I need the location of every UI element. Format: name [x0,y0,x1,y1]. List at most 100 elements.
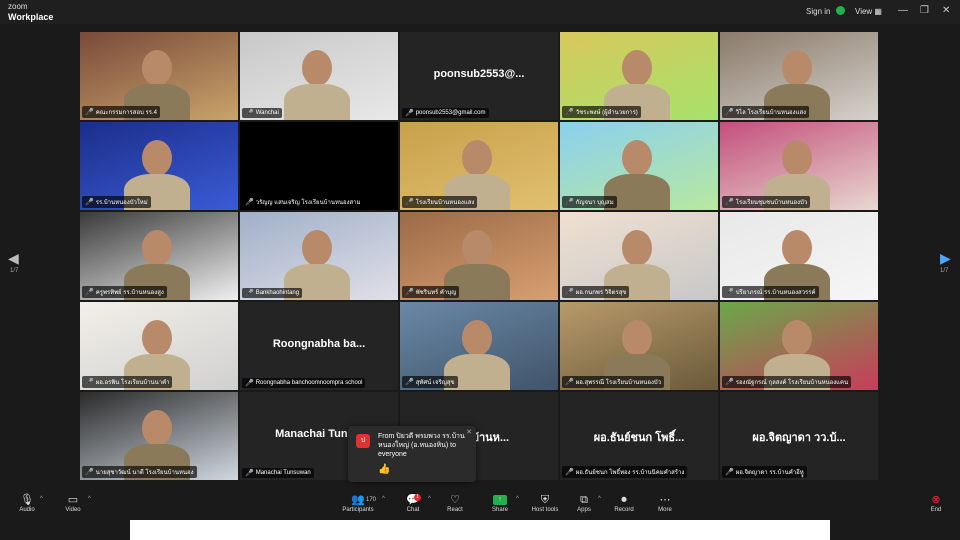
muted-mic-icon: 🎤 [565,199,574,206]
chat-notification[interactable]: ✕ ป From ปิยวดี พรมพวง รร.บ้านหนองใหญ่ (… [348,426,476,482]
participant-tile[interactable]: poonsub2553@... 🎤 poonsub2553@gmail.com [400,32,558,120]
participant-name-label: 🎤 Wanchai [242,108,282,118]
participant-name: รร.บ้านหนองบัวใหม่ [95,200,148,206]
participant-name: โรงเรียนชุมชนบ้านหนองบัว [735,200,808,206]
muted-mic-icon: 🎤 [565,109,574,116]
participant-tile[interactable]: 🎤 สุทัศน์ เจริญสุข [400,302,558,390]
record-button[interactable]: ⏺ Record [610,494,638,513]
participant-name: Bankhaohintang [255,290,300,296]
participant-tile[interactable]: 🎤 กัญจนา บุญสม [560,122,718,210]
apps-options-caret[interactable]: ^ [598,496,601,502]
next-page-icon[interactable]: ▶ [940,250,951,267]
participant-body [284,84,350,120]
participant-tile[interactable]: 🎤 ปรียาภรณ์ รร.บ้านหนองสวรรค์ [720,212,878,300]
participant-face [622,50,652,86]
chat-options-caret[interactable]: ^ [428,496,431,502]
end-meeting-button[interactable]: ⊗ End [924,494,948,513]
participant-name-label: 🎤 Bankhaohintang [242,288,303,298]
previous-page-icon[interactable]: ◀ [8,250,19,267]
muted-mic-icon: 🎤 [245,199,254,206]
chat-button[interactable]: 💬 Chat [400,494,426,513]
audio-label: Audio [19,507,35,513]
participant-tile[interactable]: 🎤 พัชรินทร์ คำบุญ [400,212,558,300]
more-button[interactable]: ⋯ More [652,494,678,513]
participant-face [622,320,652,356]
participant-tile[interactable]: ผอ.ธันย์ชนก โพธิ์... 🎤 ผอ.ธันย์ชนก โพธิ์ทอ… [560,392,718,480]
participants-options-caret[interactable]: ^ [382,496,385,502]
participant-tile[interactable]: 🎤 โรงเรียนชุมชนบ้านหนองบัว [720,122,878,210]
participant-tile[interactable]: 🎤 รร.บ้านหนองบัวใหม่ [80,122,238,210]
video-options-caret[interactable]: ^ [88,496,91,502]
muted-mic-icon: 🎤 [245,290,254,297]
record-icon: ⏺ [621,494,627,506]
more-icon: ⋯ [659,494,671,506]
video-button[interactable]: ▭ Video [60,494,86,513]
shield-icon: ⛨ [540,494,550,506]
participant-name: สุทัศน์ เจริญสุข [415,380,455,386]
muted-mic-icon: 🎤 [85,469,94,476]
participant-name: ครูพรทิพย์ รร.บ้านหนองสูง [95,290,164,296]
page-indicator-right: 1/7 [940,268,949,274]
more-label: More [658,507,672,513]
minimize-icon[interactable]: — [898,5,908,16]
participant-name: ผอ.ธันย์ชนก โพธิ์ทอง รร.บ้านนิคมคำสร้าง [575,470,685,476]
participant-name-label: 🎤 ผอ.กนกพร วิจิตรสุข [562,286,630,298]
participant-name-label: 🎤 นายสุชาวัฒน์ นาดี โรงเรียนบ้านหนอง [82,466,197,478]
participant-tile[interactable]: 🎤 วัชระพงษ์ (ผู้อำนวยการ) [560,32,718,120]
thumbs-up-icon: 👍 [378,464,391,475]
view-menu-button[interactable]: View ▦ [855,7,882,16]
muted-mic-icon: 🎤 [725,289,734,296]
share-screen-icon: ↑ [493,495,507,505]
participant-tile[interactable]: 🎤 Wanchai [240,32,398,120]
participant-tile[interactable]: 🎤 รองณัฐกรณ์ กุลสงค์ โรงเรียนบ้านหนองแคน [720,302,878,390]
participant-name: ผอ.สุพรรณี โรงเรียนบ้านหนองบัว [575,380,662,386]
record-label: Record [614,507,634,513]
muted-mic-icon: 🎤 [405,110,414,117]
participant-tile[interactable]: 🎤 ผอ.อรพิน โรงเรียนบ้านนาคำ [80,302,238,390]
share-options-caret[interactable]: ^ [516,496,519,502]
participant-name-label: 🎤 วัชระพงษ์ (ผู้อำนวยการ) [562,106,641,118]
participant-face [622,140,652,176]
participant-face [782,230,812,266]
video-gallery: 🎤 คณะกรรมการสอบ รร.4 🎤 Wanchai poonsub2553@.… [80,32,880,482]
chat-bubble-icon: 💬 [406,494,420,506]
restore-icon[interactable]: ❐ [920,5,929,16]
end-icon: ⊗ [931,494,941,506]
apps-button[interactable]: ⧉ Apps [572,494,596,513]
participant-name: พัชรินทร์ คำบุญ [415,290,457,296]
participant-tile[interactable]: 🎤 วรัญญ แสนเจริญ โรงเรียนบ้านหนองสาม [240,122,398,210]
participant-display-name: Roongnabha ba... [272,338,366,350]
participant-tile[interactable]: 🎤 ผอ.กนกพร วิจิตรสุข [560,212,718,300]
participant-name-label: 🎤 Manachai Tunsuwan [242,468,314,478]
participant-tile[interactable]: 🎤 นายสุชาวัฒน์ นาดี โรงเรียนบ้านหนอง [80,392,238,480]
audio-button[interactable]: 🎙 Audio [16,494,38,513]
chat-unread-badge: 1 [414,494,421,501]
participant-name-label: 🎤 ผอ.ธันย์ชนก โพธิ์ทอง รร.บ้านนิคมคำสร้าง [562,466,688,478]
participant-tile[interactable]: Roongnabha ba... 🎤 Roongnabha banchoomnoom… [240,302,398,390]
close-window-icon[interactable]: ✕ [942,5,950,16]
encryption-shield-icon[interactable] [836,6,845,15]
participant-tile[interactable]: 🎤 วิไล โรงเรียนบ้านหนองแสง [720,32,878,120]
participant-name-label: 🎤 สุทัศน์ เจริญสุข [402,376,458,388]
sign-in-link[interactable]: Sign in [806,7,830,16]
host-tools-button[interactable]: ⛨ Host tools [528,494,562,513]
react-button[interactable]: ♡ React [442,494,468,513]
participant-tile[interactable]: 🎤 โรงเรียนบ้านหนองแสง [400,122,558,210]
audio-options-caret[interactable]: ^ [40,496,43,502]
participant-tile[interactable]: 🎤 คณะกรรมการสอบ รร.4 [80,32,238,120]
participant-face [782,140,812,176]
share-button[interactable]: ↑ Share [486,494,514,513]
participant-tile[interactable]: 🎤 Bankhaohintang [240,212,398,300]
participant-name-label: 🎤 ผอ.อรพิน โรงเรียนบ้านนาคำ [82,376,173,388]
participant-tile[interactable]: ผอ.จิตญาดา วว.บ้... 🎤 ผอ.จิตญาดา รร.บ้านคำ… [720,392,878,480]
participant-face [142,320,172,356]
participant-display-name: ผอ.ธันย์ชนก โพธิ์... [593,432,685,444]
participant-name: คณะกรรมการสอบ รร.4 [95,110,157,116]
participant-name-label: 🎤 Roongnabha banchoomnoompra school [242,378,366,388]
participant-tile[interactable]: 🎤 ผอ.สุพรรณี โรงเรียนบ้านหนองบัว [560,302,718,390]
participant-name-label: 🎤 ปรียาภรณ์ รร.บ้านหนองสวรรค์ [722,286,819,298]
participant-tile[interactable]: 🎤 ครูพรทิพย์ รร.บ้านหนองสูง [80,212,238,300]
muted-mic-icon: 🎤 [85,109,94,116]
meeting-toolbar: 🎙 Audio ^ ▭ Video ^ 👥 Participants ^ 💬 Chat … [0,490,960,520]
participant-name-label: 🎤 พัชรินทร์ คำบุญ [402,286,460,298]
